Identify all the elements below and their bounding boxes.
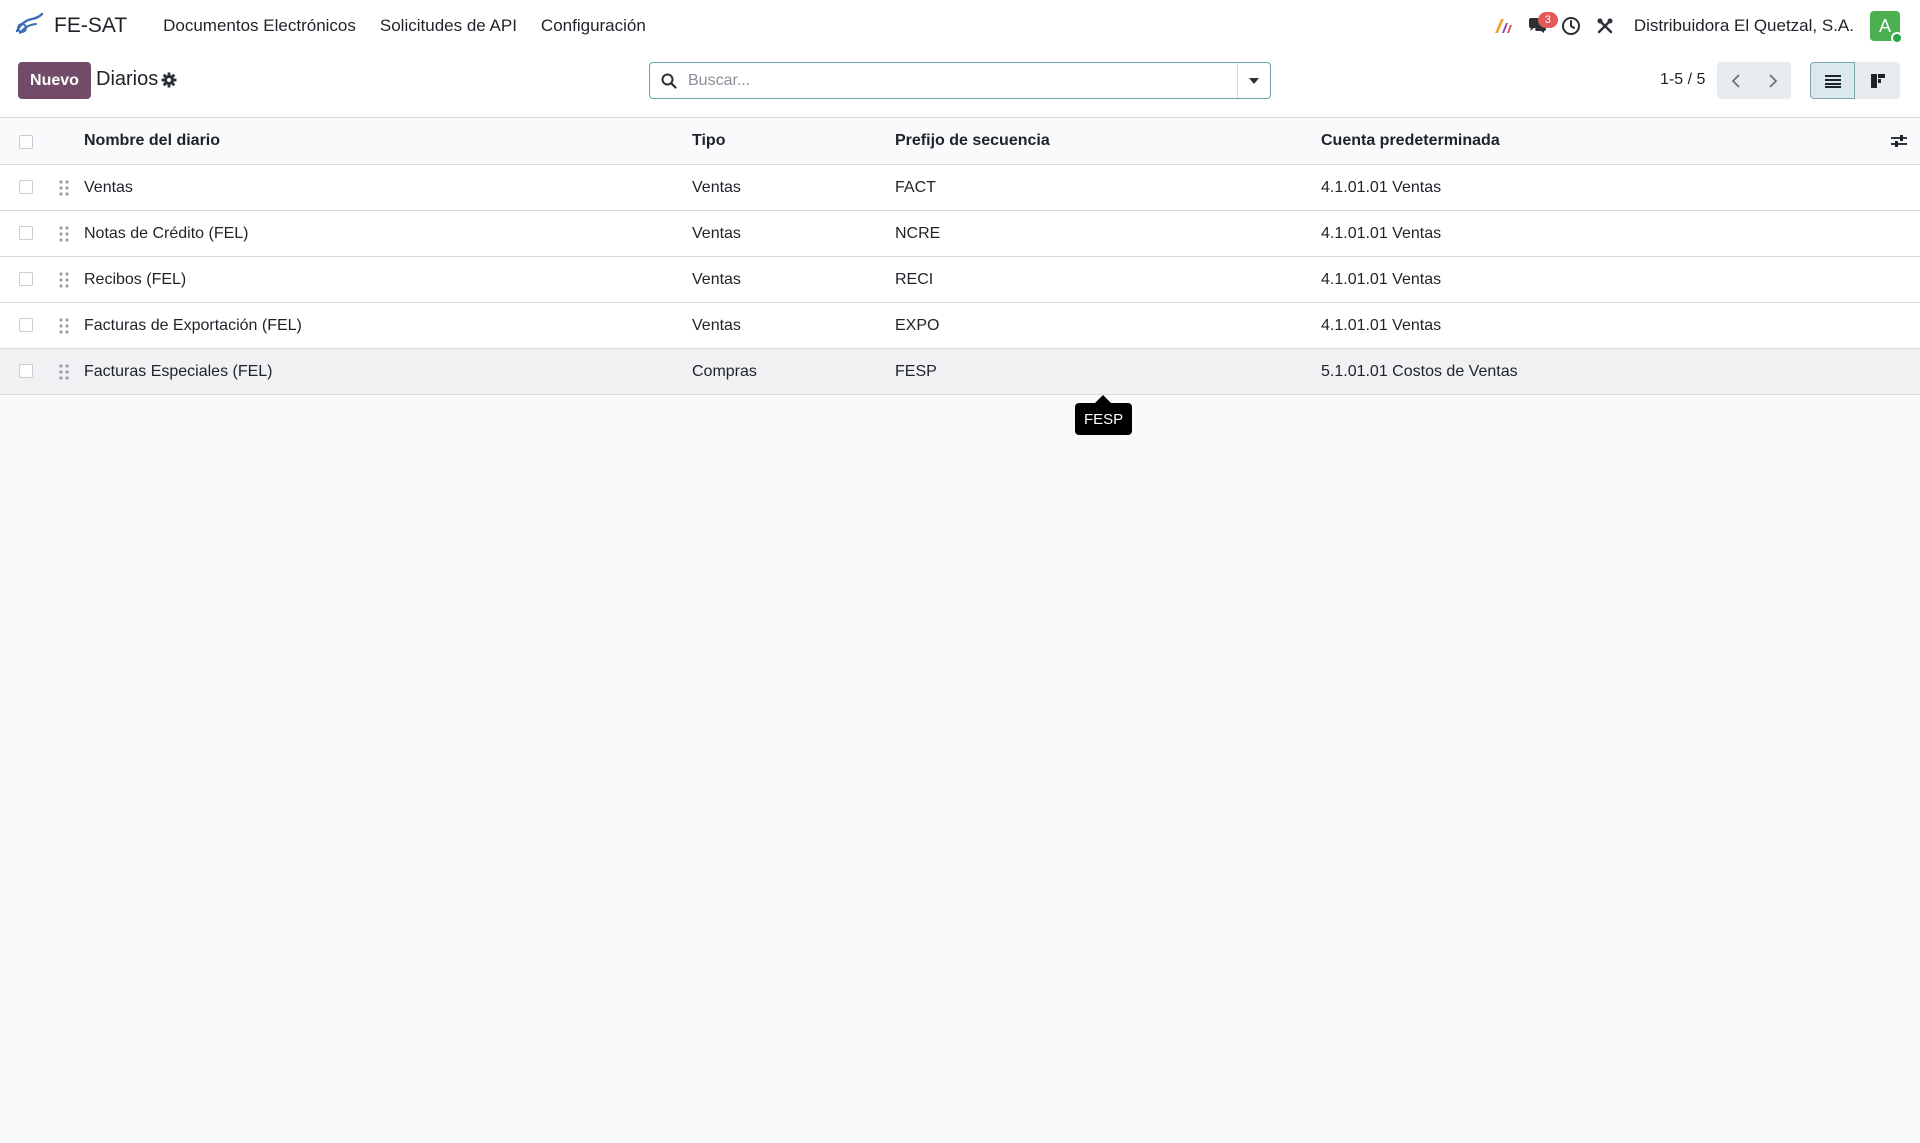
cell-type: Ventas [692,270,741,288]
cell-prefix: NCRE [895,224,941,242]
row-checkbox[interactable] [19,318,33,332]
search-bar [649,62,1271,99]
cell-prefix: RECI [895,270,934,288]
drag-handle-icon[interactable] [58,363,70,381]
column-header-account[interactable]: Cuenta predeterminada [1321,118,1500,164]
cell-type: Compras [692,362,757,380]
gear-icon[interactable] [160,71,180,91]
app-logo-icon [14,11,44,42]
drag-handle-icon[interactable] [58,179,70,197]
main-menu: Documentos Electrónicos Solicitudes de A… [151,16,658,36]
avatar[interactable]: A [1870,11,1903,44]
journals-table: Nombre del diario Tipo Prefijo de secuen… [0,118,1920,395]
app-name: FE-SAT [54,14,128,37]
chevron-left-icon [1731,73,1740,88]
column-header-type[interactable]: Tipo [692,118,725,164]
kanban-view-button[interactable] [1855,62,1900,99]
search-options-toggle[interactable] [1237,63,1270,98]
cell-prefix: FACT [895,178,936,196]
cell-account: 5.1.01.01 Costos de Ventas [1321,362,1518,380]
list-view-button[interactable] [1810,62,1855,99]
row-checkbox[interactable] [19,272,33,286]
pager-next-button[interactable] [1754,62,1791,99]
cell-name: Recibos (FEL) [84,270,187,288]
activity-clock-icon[interactable] [1554,0,1588,52]
cell-prefix: EXPO [895,316,940,334]
caret-down-icon [1249,77,1259,84]
row-checkbox[interactable] [19,180,33,194]
messages-icon[interactable]: 3 [1520,0,1558,52]
cell-prefix: FESP [895,362,937,380]
ai-assistant-icon[interactable] [1486,0,1520,52]
cell-name: Facturas Especiales (FEL) [84,362,273,380]
table-header: Nombre del diario Tipo Prefijo de secuen… [0,118,1920,165]
select-all-checkbox[interactable] [19,135,33,149]
cell-account: 4.1.01.01 Ventas [1321,178,1442,196]
systray: 3 Distribuidora El Quetzal, S.A. A [1486,0,1906,52]
new-button[interactable]: Nuevo [18,62,91,99]
page-title: Diarios [96,68,159,90]
column-header-name[interactable]: Nombre del diario [84,118,220,164]
debug-tools-icon[interactable] [1588,0,1622,52]
table-row[interactable]: Recibos (FEL) Ventas RECI 4.1.01.01 Vent… [0,257,1920,303]
drag-handle-icon[interactable] [58,317,70,335]
search-input[interactable] [688,63,1237,98]
cell-type: Ventas [692,224,741,242]
menu-item-documentos[interactable]: Documentos Electrónicos [151,16,368,36]
cell-name: Facturas de Exportación (FEL) [84,316,302,334]
tooltip-arrow [1095,395,1111,403]
avatar-letter: A [1878,15,1891,36]
control-panel: Nuevo Diarios 1-5 / 5 [0,52,1920,118]
menu-item-solicitudes[interactable]: Solicitudes de API [368,16,529,36]
chevron-right-icon [1768,73,1777,88]
cell-name: Ventas [84,178,133,196]
kanban-view-icon [1870,73,1885,88]
cell-name: Notas de Crédito (FEL) [84,224,249,242]
table-row[interactable]: Facturas de Exportación (FEL) Ventas EXP… [0,303,1920,349]
cell-account: 4.1.01.01 Ventas [1321,224,1442,242]
top-navbar: FE-SAT Documentos Electrónicos Solicitud… [0,0,1920,52]
pager-previous-button[interactable] [1717,62,1754,99]
cell-account: 4.1.01.01 Ventas [1321,316,1442,334]
drag-handle-icon[interactable] [58,225,70,243]
company-switcher[interactable]: Distribuidora El Quetzal, S.A. [1634,16,1854,36]
search-icon [650,63,688,98]
drag-handle-icon[interactable] [58,271,70,289]
brand[interactable]: FE-SAT [14,11,127,42]
row-checkbox[interactable] [19,226,33,240]
column-header-prefix[interactable]: Prefijo de secuencia [895,118,1050,164]
table-row[interactable]: Ventas Ventas FACT 4.1.01.01 Ventas [0,165,1920,211]
online-status-dot [1891,32,1903,44]
cell-type: Ventas [692,316,741,334]
tooltip: FESP [1075,403,1133,435]
cell-type: Ventas [692,178,741,196]
cell-account: 4.1.01.01 Ventas [1321,270,1442,288]
menu-item-configuracion[interactable]: Configuración [529,16,658,36]
table-row[interactable]: Notas de Crédito (FEL) Ventas NCRE 4.1.0… [0,211,1920,257]
list-view-icon [1824,74,1841,88]
row-checkbox[interactable] [19,364,33,378]
pager-buttons [1717,62,1791,99]
pager-value[interactable]: 1-5 / 5 [1660,71,1705,89]
table-row[interactable]: Facturas Especiales (FEL) Compras FESP 5… [0,349,1920,395]
optional-columns-toggle[interactable] [1890,132,1910,152]
sliders-icon [1891,135,1907,147]
view-switcher [1810,62,1900,99]
